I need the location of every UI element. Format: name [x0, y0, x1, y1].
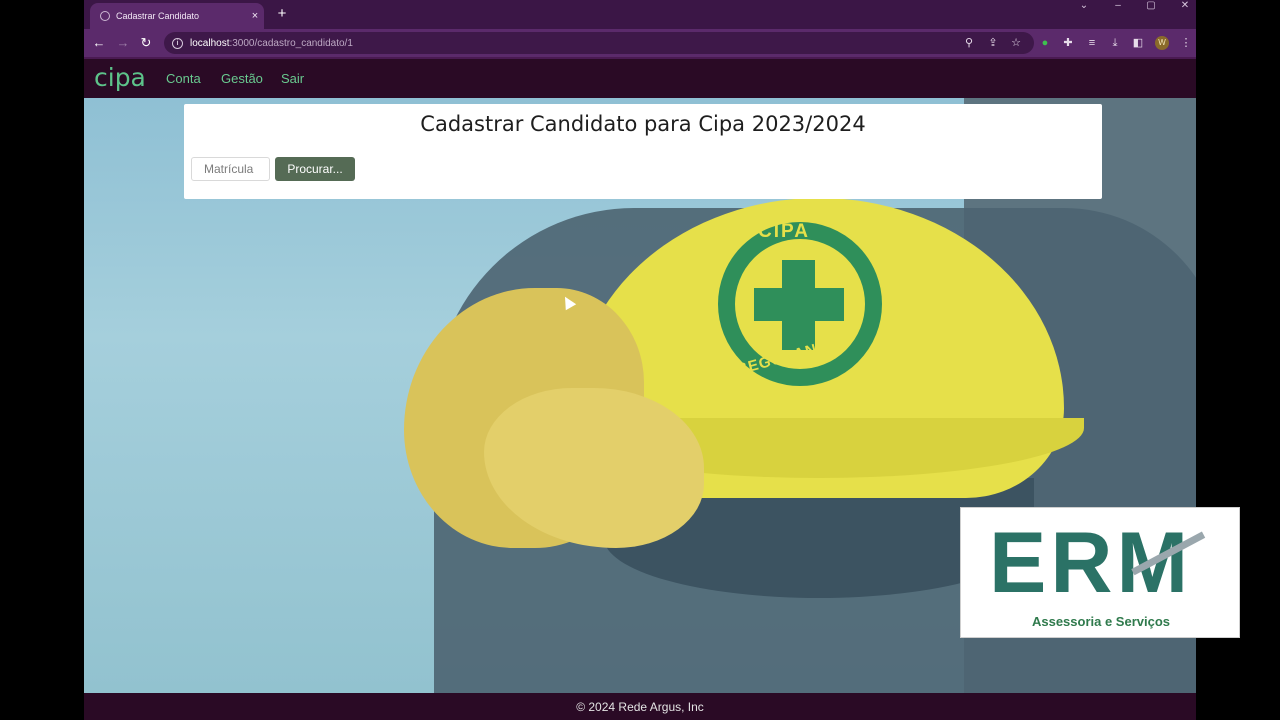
download-icon[interactable]: ⤓ [1108, 36, 1122, 50]
profile-avatar[interactable]: W [1155, 36, 1169, 50]
matricula-input[interactable]: Matrícula [191, 157, 270, 181]
site-info-icon[interactable]: i [172, 37, 183, 49]
reading-list-icon[interactable]: ≡ [1085, 36, 1099, 50]
tab-search-icon[interactable]: ⌄ [1071, 0, 1097, 14]
procurar-button[interactable]: Procurar... [275, 157, 355, 181]
tab-close-button[interactable]: × [246, 10, 264, 22]
back-icon[interactable]: ← [90, 34, 108, 52]
url-host: localhost [190, 37, 230, 49]
cipa-cross-bar [754, 288, 844, 321]
share-icon[interactable]: ⇪ [986, 36, 1000, 50]
maximize-icon[interactable]: ▢ [1138, 0, 1164, 14]
tab-strip: Cadastrar Candidato × + ⌄ – ▢ ✕ [84, 0, 1196, 29]
erm-watermark: ERM Assessoria e Serviços [960, 507, 1240, 638]
cipa-logo-text: CIPA [758, 221, 810, 242]
erm-subtitle: Assessoria e Serviços [1031, 614, 1171, 629]
address-bar[interactable]: i localhost :3000/cadastro_candidato/1 [164, 32, 1034, 54]
browser-menu-icon[interactable]: ⋮ [1179, 36, 1193, 50]
new-tab-button[interactable]: + [273, 5, 291, 22]
extensions-puzzle-icon[interactable]: ✚ [1061, 36, 1075, 50]
minimize-icon[interactable]: – [1105, 0, 1131, 14]
extension-check-icon[interactable]: ● [1038, 36, 1052, 50]
globe-icon [100, 11, 110, 21]
zoom-icon[interactable]: ⚲ [962, 36, 976, 50]
app-navbar: cipa Conta Gestão Sair [84, 57, 1196, 98]
brand-logo[interactable]: cipa [94, 63, 146, 92]
reload-icon[interactable]: ↻ [137, 34, 155, 52]
tab-title: Cadastrar Candidato [116, 11, 200, 21]
nav-conta[interactable]: Conta [166, 71, 201, 86]
url-path: :3000/cadastro_candidato/1 [229, 37, 353, 49]
nav-sair[interactable]: Sair [281, 71, 304, 86]
page-title: Cadastrar Candidato para Cipa 2023/2024 [420, 112, 866, 136]
browser-tab[interactable]: Cadastrar Candidato × [90, 3, 264, 29]
window-close-icon[interactable]: ✕ [1172, 0, 1196, 14]
forward-icon[interactable]: → [114, 34, 132, 52]
nav-gestao[interactable]: Gestão [221, 71, 263, 86]
side-panel-icon[interactable]: ◧ [1131, 36, 1145, 50]
form-card: Cadastrar Candidato para Cipa 2023/2024 … [184, 104, 1102, 199]
bookmark-star-icon[interactable]: ☆ [1009, 36, 1023, 50]
footer: © 2024 Rede Argus, Inc [84, 693, 1196, 720]
browser-toolbar: ← → ↻ i localhost :3000/cadastro_candida… [84, 29, 1196, 57]
